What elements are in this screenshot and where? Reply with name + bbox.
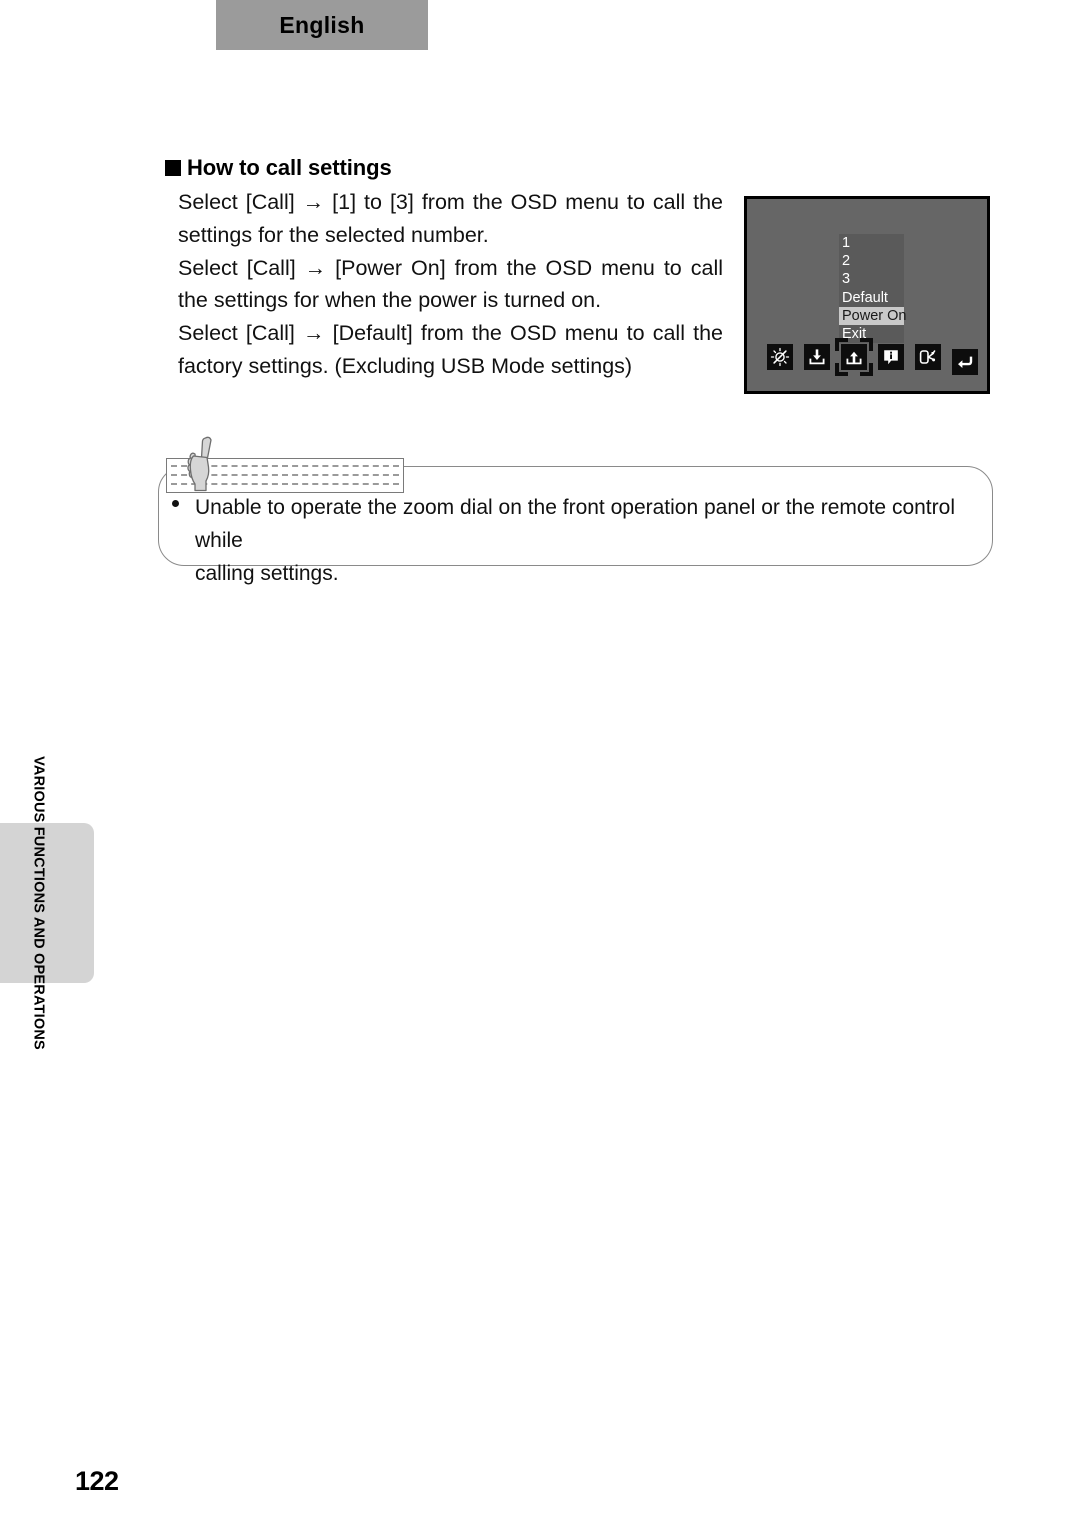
section-heading: How to call settings: [165, 155, 392, 181]
side-index-tab: VARIOUS FUNCTIONS AND OPERATIONS: [0, 756, 94, 1050]
page-number: 122: [75, 1466, 119, 1496]
usb-mode-icon: [915, 344, 941, 370]
osd-menu-item-selected: Power On: [839, 306, 906, 326]
body-paragraph: Select [Call] → [Power On] from the OSD …: [178, 255, 723, 313]
osd-menu-item: Exit: [842, 326, 867, 343]
section-heading-text: How to call settings: [187, 155, 392, 180]
note-bullet-icon: [172, 500, 179, 507]
brightness-adjust-icon: [767, 344, 793, 370]
note-line: Unable to operate the zoom dial on the f…: [195, 496, 955, 552]
osd-menu-item: 2: [842, 253, 851, 270]
note-line: calling settings.: [195, 562, 339, 585]
osd-icon-bar: [760, 338, 982, 377]
osd-menu-list: 1 2 3 Default Power On Exit: [839, 234, 906, 344]
return-icon: [952, 349, 978, 375]
info-icon: [878, 344, 904, 370]
osd-menu-item: 3: [842, 271, 851, 288]
osd-menu-item: Default: [842, 289, 888, 306]
osd-screen-illustration: 1 2 3 Default Power On Exit: [744, 196, 990, 394]
save-download-icon: [804, 344, 830, 370]
language-tab: English: [216, 0, 428, 50]
pointing-hand-icon: [183, 432, 229, 494]
body-paragraph: Select [Call] → [1] to [3] from the OSD …: [178, 190, 723, 247]
body-paragraph: Select [Call] → [Default] from the OSD m…: [178, 321, 723, 378]
body-text-block: Select [Call] → [1] to [3] from the OSD …: [178, 186, 723, 383]
square-bullet-icon: [165, 160, 181, 176]
side-index-tab-label: VARIOUS FUNCTIONS AND OPERATIONS: [30, 756, 47, 1050]
note-text: Unable to operate the zoom dial on the f…: [195, 491, 985, 590]
call-upload-icon: [841, 344, 867, 370]
osd-menu-item: 1: [842, 235, 851, 251]
language-tab-label: English: [279, 11, 365, 38]
